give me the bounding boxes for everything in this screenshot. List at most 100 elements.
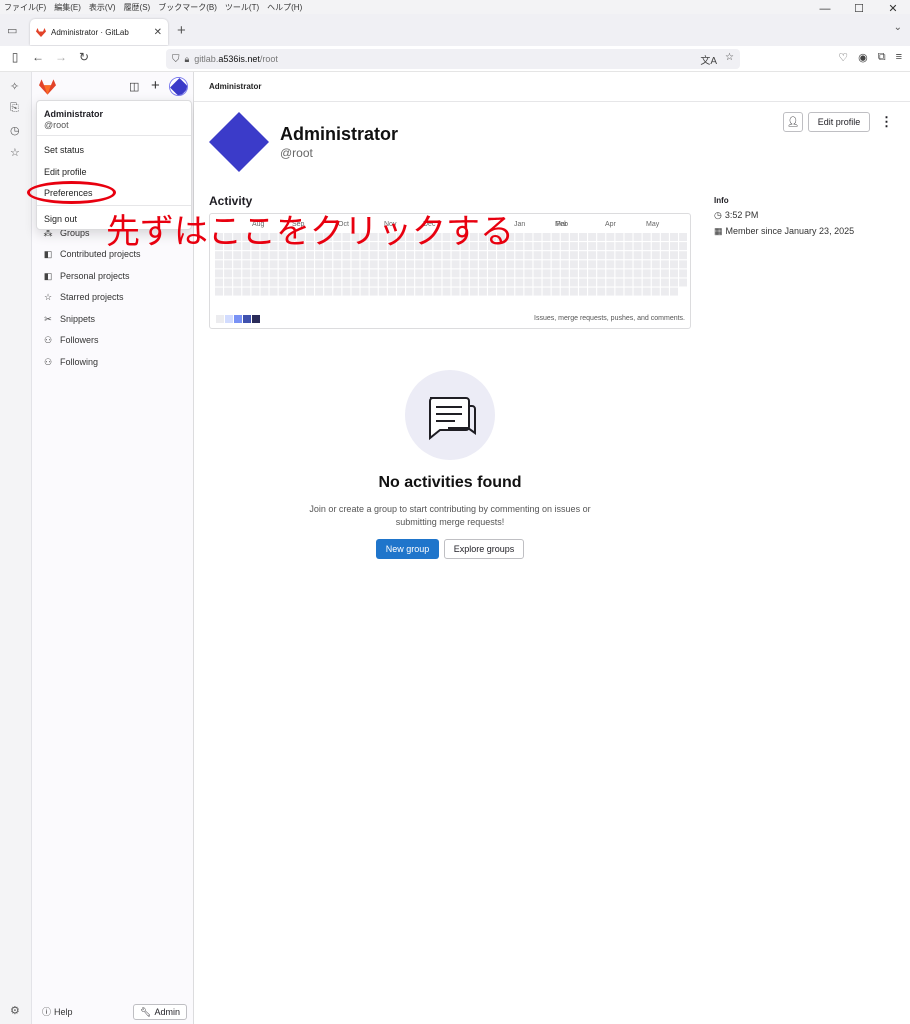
calendar-day-cell [551,233,560,241]
menu-file[interactable]: ファイル(F) [4,2,46,13]
sidebar-item-starred-projects[interactable]: ☆ Starred projects [32,287,194,307]
annotation-instruction-text: 先ずはここをクリックする [106,213,514,251]
forward-arrow-icon[interactable]: → [53,50,69,64]
address-bar[interactable]: ⛉ 🔒︎ gitlab.a536is.net/root 文A ☆ [166,49,740,69]
new-group-button[interactable]: New group [376,539,439,559]
calendar-day-cell [224,278,233,287]
menu-tools[interactable]: ツール(T) [225,2,259,13]
calendar-day-cell [460,287,469,296]
tab-close-icon[interactable]: ✕ [154,27,162,38]
lock-icon[interactable]: 🔒︎ [185,54,190,65]
user-avatar-button[interactable] [169,77,188,96]
calendar-day-cell [524,287,533,296]
create-new-plus-icon[interactable]: + [151,77,160,94]
calendar-day-cell [579,269,587,278]
legend-swatch [243,315,251,323]
translate-icon[interactable]: 文A [700,52,717,67]
calendar-day-cell [278,260,287,269]
tab-list-chevron-down-icon[interactable]: ⌄ [894,22,902,33]
user-menu-dropdown: Administrator @root Set status Edit prof… [36,100,192,230]
calendar-day-cell [306,269,314,278]
calendar-day-cell [287,269,296,278]
sidebar-item-snippets[interactable]: ✂ Snippets [32,309,194,329]
more-actions-kebab-icon[interactable]: ⋮ [880,114,893,130]
browser-tab-gitlab[interactable]: Administrator · GitLab ✕ [30,19,168,45]
calendar-day-cell [533,233,542,241]
rail-settings-gear-icon[interactable]: ⚙ [10,1004,20,1017]
tracking-shield-icon[interactable]: ⛉ [172,54,180,65]
sidebar-toggle-icon[interactable]: ▯ [7,50,23,64]
menu-bookmarks[interactable]: ブックマーク(B) [158,2,217,13]
calendar-day-cell [387,278,396,287]
menu-edit[interactable]: 編集(E) [54,2,81,13]
calendar-day-cell [287,287,296,296]
bookmarks-star-icon[interactable]: ☆ [10,146,20,159]
calendar-day-cell [469,251,478,260]
explore-groups-button[interactable]: Explore groups [444,539,524,559]
dropdown-user-handle[interactable]: @root [44,120,69,130]
ai-sparkle-icon[interactable]: ✧ [10,80,19,93]
sidebar-item-following[interactable]: ⚇ Following [32,352,194,372]
help-button[interactable]: ⓘ Help [42,1005,73,1018]
gitlab-logo-icon[interactable] [39,79,56,95]
calendar-day-cell [378,251,387,260]
calendar-day-cell [633,260,642,269]
calendar-day-cell [579,287,587,296]
calendar-day-cell [215,287,223,296]
calendar-day-cell [651,278,660,287]
calendar-day-cell [488,269,496,278]
user-actions-button[interactable]: 👤︎ [783,112,803,132]
calendar-day-cell [542,278,551,287]
history-clock-icon[interactable]: ◷ [10,124,20,137]
breadcrumb[interactable]: Administrator [209,82,261,91]
account-icon[interactable]: ◉ [858,51,868,64]
dropdown-user-name[interactable]: Administrator [44,109,103,119]
calendar-icon: ▦ [714,226,723,236]
calendar-day-cell [624,233,633,241]
calendar-day-cell [524,233,533,241]
hamburger-menu-icon[interactable]: ≡ [896,51,902,64]
calendar-day-cell [269,260,278,269]
tab-overview-icon[interactable]: ▭ [7,24,17,37]
calendar-day-cell [488,278,496,287]
bookmark-star-icon[interactable]: ☆ [725,52,734,67]
collapse-sidebar-icon[interactable]: ◫ [129,80,139,93]
sign-out-item[interactable]: Sign out [44,214,77,224]
back-arrow-icon[interactable]: ← [30,50,46,64]
extensions-icon[interactable]: ⧉ [878,51,886,64]
calendar-day-cell [442,278,451,287]
calendar-day-cell [433,287,442,296]
calendar-day-cell [660,269,669,278]
calendar-day-cell [278,269,287,278]
sidebar-item-personal-projects[interactable]: ◧ Personal projects [32,266,194,286]
calendar-day-cell [242,287,251,296]
calendar-day-cell [551,278,560,287]
calendar-day-cell [424,260,433,269]
menu-help[interactable]: ヘルプ(H) [267,2,302,13]
calendar-day-cell [524,269,533,278]
calendar-day-cell [378,278,387,287]
users-icon: ⚇ [43,356,53,367]
calendar-day-cell [633,251,642,260]
set-status-item[interactable]: Set status [44,145,84,155]
calendar-day-cell [560,233,569,241]
admin-button[interactable]: 🔧︎ Admin [133,1004,187,1020]
edit-profile-item[interactable]: Edit profile [44,167,87,177]
calendar-day-cell [469,287,478,296]
calendar-day-cell [642,260,651,269]
pocket-icon[interactable]: ♡ [838,51,848,64]
calendar-day-cell [533,278,542,287]
calendar-day-cell [415,251,424,260]
reload-icon[interactable]: ↻ [76,50,92,64]
sidebar-item-followers[interactable]: ⚇ Followers [32,330,194,350]
dropdown-divider [37,205,191,206]
synced-tabs-icon[interactable]: ⎘ [10,102,19,115]
edit-profile-button[interactable]: Edit profile [808,112,870,132]
new-tab-icon[interactable]: + [177,22,186,39]
menu-history[interactable]: 履歴(S) [124,2,151,13]
calendar-day-cell [469,269,478,278]
calendar-day-cell [633,269,642,278]
calendar-day-cell [551,242,560,251]
menu-view[interactable]: 表示(V) [89,2,116,13]
dropdown-divider [37,135,191,136]
